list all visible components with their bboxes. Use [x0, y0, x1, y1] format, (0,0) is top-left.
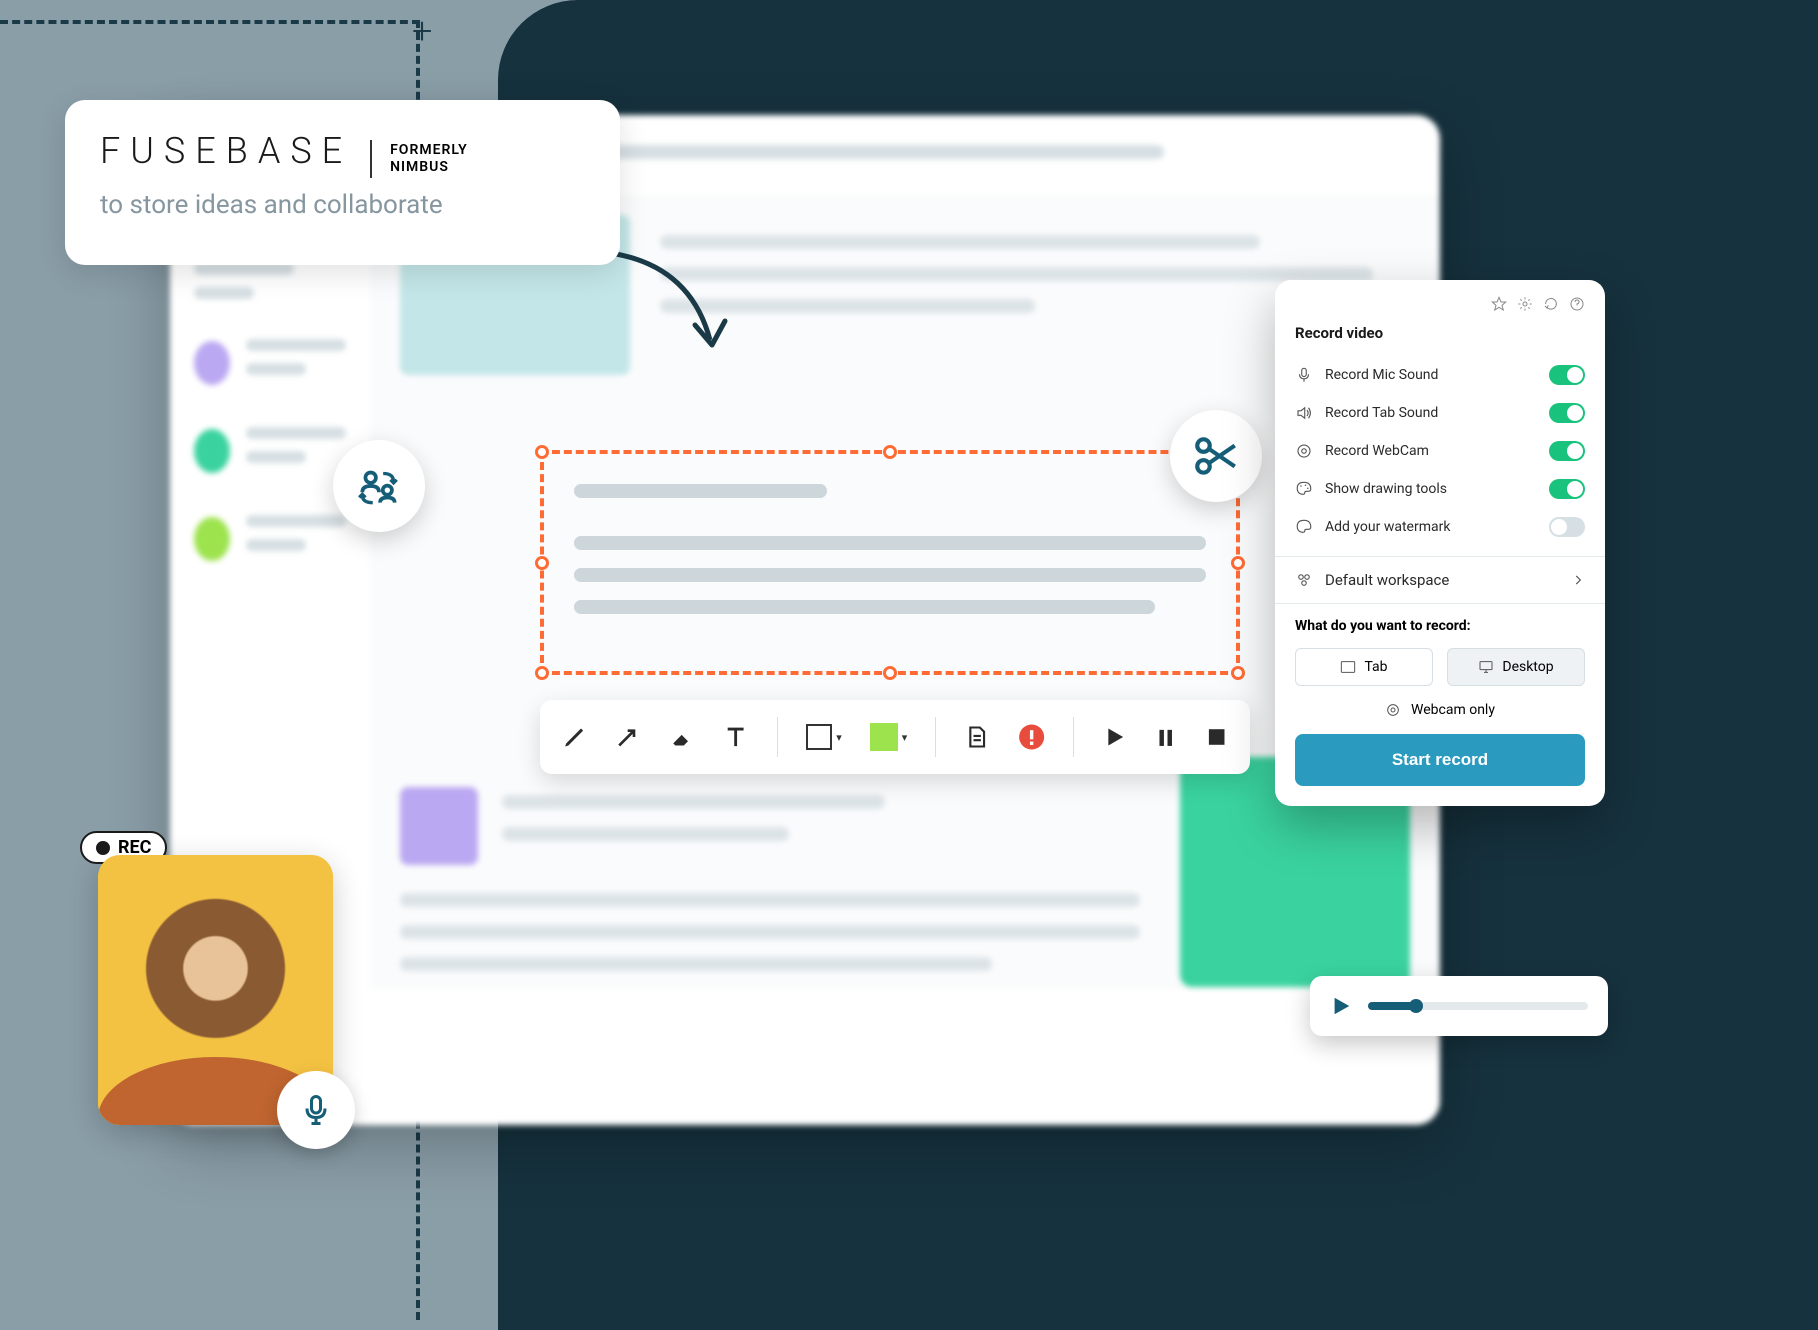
camera-option-icon — [1295, 442, 1313, 460]
arrow-icon — [590, 245, 750, 375]
logo-formerly-line1: FORMERLY — [390, 142, 468, 158]
audio-player — [1310, 976, 1608, 1036]
option-row-tab-sound: Record Tab Sound — [1295, 394, 1585, 432]
webcam-only-icon — [1385, 702, 1401, 718]
toggle-webcam[interactable] — [1549, 441, 1585, 461]
fill-color-picker[interactable]: ▾ — [870, 723, 908, 751]
arrow-tool-icon[interactable] — [615, 724, 640, 750]
tab-icon — [1340, 660, 1356, 674]
logo-brand: FUSEBASE — [100, 130, 352, 172]
star-icon[interactable] — [1491, 296, 1507, 312]
option-label: Record Tab Sound — [1325, 405, 1537, 421]
mode-tab-label: Tab — [1364, 659, 1387, 675]
selection-marquee[interactable] — [540, 450, 1240, 675]
option-label: Record Mic Sound — [1325, 367, 1537, 383]
start-record-button[interactable]: Start record — [1295, 734, 1585, 786]
option-label: Add your watermark — [1325, 519, 1537, 535]
palette-option-icon — [1295, 480, 1313, 498]
gear-icon[interactable] — [1517, 296, 1533, 312]
option-row-mic: Record Mic Sound — [1295, 356, 1585, 394]
refresh-icon[interactable] — [1543, 296, 1559, 312]
workspace-icon — [1295, 571, 1313, 589]
desktop-icon — [1478, 659, 1494, 675]
audio-scrubber-handle[interactable] — [1409, 999, 1423, 1013]
speaker-option-icon — [1295, 404, 1313, 422]
selection-handle[interactable] — [535, 445, 549, 459]
mic-badge[interactable] — [277, 1071, 355, 1149]
audio-play-icon[interactable] — [1330, 995, 1352, 1017]
webcam-preview: REC — [98, 855, 333, 1125]
selection-handle[interactable] — [1231, 666, 1245, 680]
selection-handle[interactable] — [883, 445, 897, 459]
toggle-tab-sound[interactable] — [1549, 403, 1585, 423]
watermark-option-icon — [1295, 518, 1313, 536]
logo-card: FUSEBASE FORMERLY NIMBUS to store ideas … — [65, 100, 620, 265]
stroke-color-picker[interactable]: ▾ — [806, 724, 842, 750]
document-icon[interactable] — [964, 724, 989, 750]
option-row-webcam: Record WebCam — [1295, 432, 1585, 470]
logo-tagline: to store ideas and collaborate — [100, 190, 585, 220]
logo-formerly-line2: NIMBUS — [390, 159, 449, 175]
mode-desktop-label: Desktop — [1502, 659, 1553, 675]
selection-handle[interactable] — [883, 666, 897, 680]
toggle-drawing[interactable] — [1549, 479, 1585, 499]
toggle-watermark[interactable] — [1549, 517, 1585, 537]
webcam-only-label: Webcam only — [1411, 702, 1495, 718]
microphone-icon — [298, 1092, 334, 1128]
play-icon[interactable] — [1102, 724, 1127, 750]
option-label: Record WebCam — [1325, 443, 1537, 459]
mic-option-icon — [1295, 366, 1313, 384]
rec-dot-icon — [96, 841, 110, 855]
record-video-panel: Record video Record Mic Sound Record Tab… — [1275, 280, 1605, 806]
option-label: Show drawing tools — [1325, 481, 1537, 497]
stop-icon[interactable] — [1205, 725, 1228, 749]
workspace-label: Default workspace — [1325, 571, 1559, 589]
scissors-icon — [1191, 431, 1241, 481]
pause-icon[interactable] — [1155, 724, 1176, 750]
option-row-drawing: Show drawing tools — [1295, 470, 1585, 508]
mode-desktop-button[interactable]: Desktop — [1447, 648, 1585, 686]
text-tool-icon[interactable] — [722, 723, 749, 751]
mode-tab-button[interactable]: Tab — [1295, 648, 1433, 686]
toggle-mic[interactable] — [1549, 365, 1585, 385]
selection-handle[interactable] — [535, 556, 549, 570]
alert-icon[interactable] — [1018, 723, 1045, 751]
workspace-selector[interactable]: Default workspace — [1295, 567, 1585, 593]
annotation-toolbar: ▾ ▾ — [540, 700, 1250, 774]
mode-webcam-only[interactable]: Webcam only — [1295, 702, 1585, 718]
plus-corner-icon: + — [412, 10, 432, 52]
collaborate-badge[interactable] — [333, 440, 425, 532]
eraser-icon[interactable] — [669, 724, 694, 750]
selection-handle[interactable] — [1231, 556, 1245, 570]
selection-handle[interactable] — [535, 666, 549, 680]
audio-track[interactable] — [1368, 1002, 1588, 1010]
pencil-icon[interactable] — [562, 724, 587, 750]
chevron-right-icon — [1571, 573, 1585, 587]
record-question: What do you want to record: — [1295, 618, 1585, 634]
record-panel-title: Record video — [1295, 324, 1585, 342]
scissors-badge[interactable] — [1170, 410, 1262, 502]
people-sync-icon — [354, 461, 404, 511]
option-row-watermark: Add your watermark — [1295, 508, 1585, 546]
help-icon[interactable] — [1569, 296, 1585, 312]
